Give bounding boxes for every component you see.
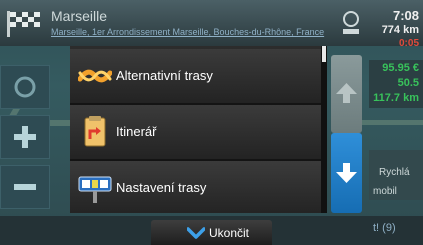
trip-value: 95.95 €	[382, 62, 419, 74]
menu-item-label: Alternativní trasy	[116, 68, 213, 83]
map-view-button[interactable]	[0, 65, 50, 109]
arrow-up-icon	[336, 83, 357, 103]
destination-bar[interactable]: Marseille Marseille, 1er Arrondissement …	[0, 0, 423, 49]
menu-item-itinerary[interactable]: Itinerář	[70, 105, 327, 161]
zoom-in-button[interactable]	[0, 115, 50, 159]
menu-item-label: Nastavení trasy	[116, 180, 207, 195]
trip-value: 117.7 km	[373, 92, 419, 104]
close-button[interactable]: Ukončit	[151, 220, 272, 245]
scroll-down-button[interactable]	[331, 133, 362, 213]
menu-item-alternative-routes[interactable]: Alternativní trasy	[70, 49, 327, 105]
scroll-up-button[interactable]	[331, 55, 362, 133]
zoom-out-button[interactable]	[0, 165, 50, 209]
trip-value: 50.5	[397, 77, 419, 89]
menu-scrollbar[interactable]	[321, 46, 327, 213]
checkered-flag-icon	[7, 11, 40, 37]
bottom-status-text: t! (9)	[373, 222, 396, 234]
map-road	[362, 120, 423, 125]
menu-item-label: Itinerář	[116, 124, 157, 139]
navigation-screen: Marseille Marseille, 1er Arrondissement …	[0, 0, 423, 245]
arrow-down-icon	[336, 163, 357, 183]
close-button-label: Ukončit	[209, 226, 250, 240]
alternative-routes-icon	[78, 69, 112, 83]
route-menu: Alternativní trasy Itinerář Nastavení tr…	[70, 46, 327, 213]
route-vehicle-label: mobil	[373, 186, 397, 197]
itinerary-icon	[84, 116, 106, 147]
trip-info-panel[interactable]: 95.95 € 50.5 117.7 km	[369, 60, 423, 108]
remaining-distance: 774 km	[381, 24, 419, 36]
zoom-out-icon	[14, 184, 36, 190]
menu-item-route-settings[interactable]: Nastavení trasy	[70, 161, 327, 213]
remaining-duration: 0:05	[398, 38, 419, 49]
map-mode-icon	[14, 76, 36, 98]
destination-city: Marseille	[51, 8, 108, 24]
destination-address: Marseille, 1er Arrondissement Marseille,…	[51, 27, 325, 37]
menu-scrollbar-thumb[interactable]	[322, 46, 326, 62]
arrival-time: 7:08	[392, 8, 419, 23]
route-type-panel[interactable]: Rychlá mobil	[369, 150, 423, 200]
route-type-label: Rychlá	[379, 167, 410, 178]
status-indicator-icon	[343, 11, 359, 34]
zoom-in-icon	[22, 126, 28, 148]
chevron-down-icon	[187, 227, 205, 239]
route-settings-icon	[78, 176, 112, 203]
